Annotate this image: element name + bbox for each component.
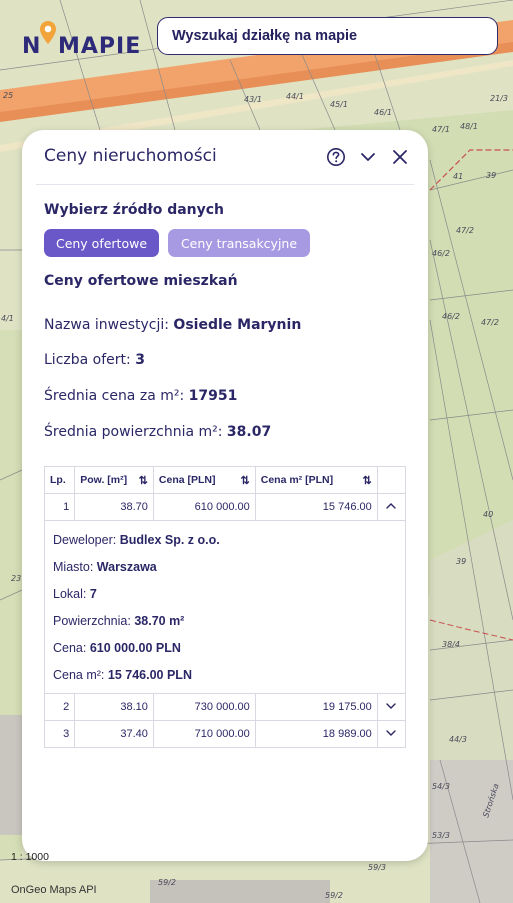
plot-label: 25 [3, 91, 13, 100]
plot-label: 47/2 [456, 226, 474, 235]
cell-price-m2: 19 175.00 [254, 693, 378, 721]
map-pin-icon [40, 21, 56, 44]
plot-label: 38/4 [442, 640, 460, 649]
plot-label: 59/3 [368, 863, 386, 872]
plot-label: 41 [453, 172, 463, 181]
col-header-lp: Lp. [43, 466, 76, 494]
plot-label: 47/1 [432, 125, 450, 134]
chevron-down-icon [361, 153, 375, 161]
offers-count-row: Liczba ofert: 3 [44, 352, 145, 368]
cell-lp: 1 [43, 493, 76, 521]
offers-count-value: 3 [135, 352, 145, 368]
plot-label: 59/2 [325, 891, 343, 900]
col-header-price-m2-label: Cena m² [PLN] [260, 474, 334, 486]
search-placeholder: Wyszukaj działkę na mapie [172, 28, 358, 44]
cell-area: 37.40 [74, 720, 154, 748]
row-collapse-button[interactable] [376, 493, 407, 521]
row-expand-button[interactable] [376, 720, 407, 748]
plot-label: 46/2 [442, 312, 460, 321]
cell-lp: 2 [43, 693, 76, 721]
prices-panel: Ceny nieruchomości Wybierz źródło danych… [22, 130, 428, 861]
table-row[interactable]: 1 38.70 610 000.00 15 746.00 [43, 493, 407, 521]
help-icon [327, 148, 345, 166]
plot-label: 39 [486, 171, 496, 180]
avg-area-value: 38.07 [226, 424, 272, 440]
details-cell: Deweloper: Budlex Sp. z o.o. Miasto: War… [44, 520, 406, 694]
detail-city: Miasto: Warszawa [53, 560, 157, 574]
col-header-price[interactable]: Cena [PLN] ⇅ [152, 466, 256, 494]
avg-price-value: 17951 [188, 388, 238, 404]
detail-price-m2: Cena m²: 15 746.00 PLN [53, 668, 192, 682]
avg-price-label: Średnia cena za m²: [44, 388, 185, 404]
col-header-area[interactable]: Pow. [m²] ⇅ [74, 466, 154, 494]
table-row-details: Deweloper: Budlex Sp. z o.o. Miasto: War… [44, 520, 406, 694]
plot-label: 39 [456, 557, 466, 566]
close-icon [393, 150, 407, 164]
plot-label: 46/1 [374, 108, 392, 117]
source-heading: Wybierz źródło danych [44, 202, 225, 218]
chevron-up-icon [386, 502, 397, 509]
avg-price-row: Średnia cena za m²: 17951 [44, 388, 237, 404]
investment-value: Osiedle Marynin [173, 317, 302, 333]
map-scale: 1 : 1000 [11, 851, 49, 863]
detail-developer: Deweloper: Budlex Sp. z o.o. [53, 533, 220, 547]
plot-label: 40 [483, 510, 493, 519]
map-attribution: OnGeo Maps API [11, 884, 97, 896]
cell-price-m2: 15 746.00 [254, 493, 378, 521]
tab-transaction-prices[interactable]: Ceny transakcyjne [168, 229, 310, 257]
plot-label: 54/3 [432, 782, 450, 791]
sort-icon[interactable]: ⇅ [363, 474, 372, 487]
sort-icon[interactable]: ⇅ [241, 474, 250, 487]
col-header-expand [376, 466, 407, 494]
row-expand-button[interactable] [376, 693, 407, 721]
cell-price: 730 000.00 [152, 693, 256, 721]
detail-area: Powierzchnia: 38.70 m² [53, 614, 185, 628]
table-row[interactable]: 3 37.40 710 000.00 18 989.00 [43, 720, 407, 748]
app-logo[interactable]: N MAPIE [22, 18, 140, 62]
col-header-price-label: Cena [PLN] [158, 474, 216, 486]
cell-area: 38.70 [74, 493, 154, 521]
col-header-area-label: Pow. [m²] [80, 474, 128, 486]
close-button[interactable] [389, 146, 411, 168]
plot-label: 44/1 [286, 92, 304, 101]
offers-count-label: Liczba ofert: [44, 352, 131, 368]
cell-area: 38.10 [74, 693, 154, 721]
detail-price: Cena: 610 000.00 PLN [53, 641, 181, 655]
cell-price-m2: 18 989.00 [254, 720, 378, 748]
cell-lp: 3 [43, 720, 76, 748]
table-row[interactable]: 2 38.10 730 000.00 19 175.00 [43, 693, 407, 721]
table-header-row: Lp. Pow. [m²] ⇅ Cena [PLN] ⇅ Cena m² [PLN]… [43, 466, 407, 494]
plot-label: 45/1 [330, 100, 348, 109]
plot-label: 48/1 [460, 122, 478, 131]
investment-label: Nazwa inwestycji: [44, 317, 169, 333]
plot-label: 53/3 [432, 831, 450, 840]
plot-label: 47/2 [481, 318, 499, 327]
header-divider [36, 184, 414, 185]
detail-unit: Lokal: 7 [53, 587, 97, 601]
offers-subheading: Ceny ofertowe mieszkań [44, 273, 238, 289]
offers-table: Lp. Pow. [m²] ⇅ Cena [PLN] ⇅ Cena m² [PLN]… [43, 466, 407, 748]
plot-label: 59/2 [158, 878, 176, 887]
chevron-down-icon [386, 729, 397, 736]
cell-price: 610 000.00 [152, 493, 256, 521]
collapse-button[interactable] [357, 146, 379, 168]
cell-price: 710 000.00 [152, 720, 256, 748]
panel-title: Ceny nieruchomości [44, 146, 217, 166]
plot-label: 46/2 [432, 249, 450, 258]
tab-offer-prices[interactable]: Ceny ofertowe [44, 229, 159, 257]
investment-name-row: Nazwa inwestycji: Osiedle Marynin [44, 317, 301, 333]
avg-area-row: Średnia powierzchnia m²: 38.07 [44, 424, 271, 440]
col-header-price-m2[interactable]: Cena m² [PLN] ⇅ [254, 466, 378, 494]
logo-text-right: MAPIE [58, 34, 142, 59]
search-input[interactable]: Wyszukaj działkę na mapie [157, 17, 498, 55]
avg-area-label: Średnia powierzchnia m²: [44, 424, 223, 440]
plot-label: 43/1 [244, 95, 262, 104]
chevron-down-icon [386, 702, 397, 709]
plot-label: 4/1 [1, 314, 14, 323]
help-button[interactable] [325, 146, 347, 168]
plot-label: 21/3 [490, 94, 508, 103]
sort-icon[interactable]: ⇅ [139, 474, 148, 487]
plot-label: 23 [11, 574, 21, 583]
plot-label: 44/3 [449, 735, 467, 744]
